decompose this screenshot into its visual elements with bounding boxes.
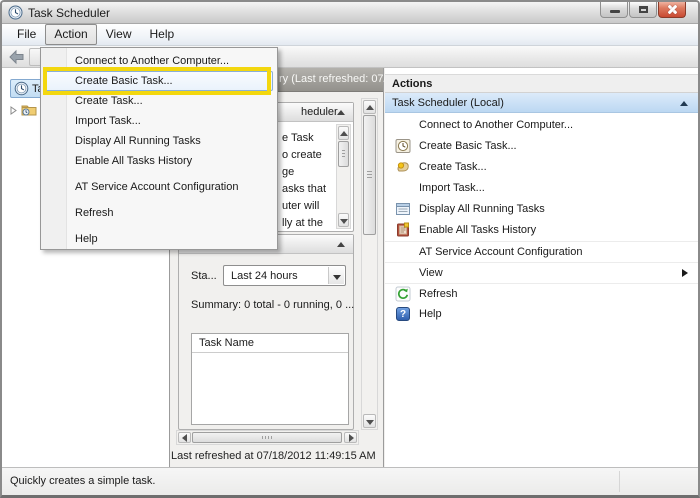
menu-action[interactable]: Action [45, 24, 96, 45]
task-status-section: Sta... Last 24 hours Summary: 0 total - … [178, 234, 354, 430]
horizontal-scrollbar[interactable] [176, 430, 359, 445]
collapse-arrow-icon[interactable] [337, 242, 345, 247]
actions-group-task-scheduler-local[interactable]: Task Scheduler (Local) [385, 93, 698, 113]
minimize-button[interactable] [600, 2, 628, 18]
chevron-down-icon [333, 275, 341, 280]
actions-panel-title: Actions [385, 74, 698, 93]
menu-item-refresh[interactable]: Refresh [41, 203, 277, 223]
action-import-task[interactable]: Import Task... [385, 178, 698, 199]
statusbar-text: Quickly creates a simple task. [10, 475, 156, 487]
scrollbar-thumb[interactable] [338, 141, 349, 167]
summary-header-text: ry (Last refreshed: 07/ [279, 73, 387, 85]
collapse-arrow-icon[interactable] [680, 101, 688, 106]
running-tasks-icon [395, 201, 411, 217]
actions-list: Connect to Another Computer... Create Ba… [385, 115, 698, 325]
menubar: File Action View Help [2, 24, 698, 46]
menu-file[interactable]: File [8, 24, 45, 45]
task-scheduler-app-icon [8, 5, 23, 20]
create-basic-task-icon [395, 138, 411, 154]
status-of-label: Sta... [191, 270, 217, 282]
status-period-value: Last 24 hours [231, 270, 298, 282]
task-name-column-header[interactable]: Task Name [192, 334, 348, 353]
action-create-task[interactable]: Create Task... [385, 157, 698, 178]
action-view[interactable]: View [385, 262, 698, 283]
scroll-down-icon[interactable] [363, 414, 376, 428]
action-at-service-account-configuration[interactable]: AT Service Account Configuration [385, 241, 698, 262]
submenu-arrow-icon [682, 269, 688, 277]
overview-scrollbar[interactable] [336, 124, 351, 229]
statusbar-divider [619, 471, 620, 492]
status-period-dropdown[interactable]: Last 24 hours [223, 265, 346, 286]
task-scheduler-window: Task Scheduler File Action View Help [0, 0, 700, 498]
task-library-folder-icon[interactable] [21, 102, 38, 117]
menu-view[interactable]: View [97, 24, 141, 45]
tasks-history-icon [395, 222, 411, 238]
maximize-icon [639, 6, 648, 13]
action-enable-all-tasks-history[interactable]: Enable All Tasks History [385, 220, 698, 241]
maximize-button[interactable] [629, 2, 657, 18]
window-title: Task Scheduler [28, 6, 110, 20]
create-task-icon [395, 159, 411, 175]
scrollbar-thumb[interactable] [192, 432, 342, 443]
scroll-up-icon[interactable] [338, 126, 349, 140]
menu-item-display-all-running-tasks[interactable]: Display All Running Tasks [41, 131, 277, 151]
action-help[interactable]: ? Help [385, 304, 698, 325]
dropdown-button[interactable] [328, 267, 344, 284]
action-display-all-running-tasks[interactable]: Display All Running Tasks [385, 199, 698, 220]
clock-icon [14, 81, 29, 96]
status-summary-text: Summary: 0 total - 0 running, 0 ... [191, 299, 354, 311]
collapse-arrow-icon[interactable] [337, 110, 345, 115]
task-status-table: Task Name [191, 333, 349, 425]
action-create-basic-task[interactable]: Create Basic Task... [385, 136, 698, 157]
action-menu: Connect to Another Computer... Create Ba… [40, 47, 278, 250]
scroll-down-icon[interactable] [338, 213, 349, 227]
statusbar: Quickly creates a simple task. [2, 467, 698, 495]
scrollbar-thumb[interactable] [363, 115, 376, 235]
titlebar[interactable]: Task Scheduler [2, 2, 698, 24]
close-button[interactable] [658, 2, 686, 18]
scroll-left-icon[interactable] [178, 432, 191, 443]
menu-item-create-task[interactable]: Create Task... [41, 91, 277, 111]
menu-help[interactable]: Help [141, 24, 184, 45]
overview-text: e Task o create ge asks that uter will l… [282, 130, 340, 232]
actions-panel: Actions Task Scheduler (Local) Connect t… [385, 68, 698, 467]
help-icon: ? [395, 306, 411, 322]
scroll-right-icon[interactable] [344, 432, 357, 443]
menu-item-help[interactable]: Help [41, 229, 277, 249]
back-button[interactable] [7, 48, 27, 66]
action-refresh[interactable]: Refresh [385, 283, 698, 304]
menu-item-enable-all-tasks-history[interactable]: Enable All Tasks History [41, 151, 277, 171]
scroll-up-icon[interactable] [363, 100, 376, 114]
minimize-icon [610, 10, 620, 13]
action-connect-to-another-computer[interactable]: Connect to Another Computer... [385, 115, 698, 136]
summary-panel-scrollbar[interactable] [361, 98, 378, 430]
menu-item-at-service-account-configuration[interactable]: AT Service Account Configuration [41, 177, 277, 197]
menu-item-create-basic-task[interactable]: Create Basic Task... [45, 71, 273, 91]
menu-item-import-task[interactable]: Import Task... [41, 111, 277, 131]
menu-item-connect-to-another-computer[interactable]: Connect to Another Computer... [41, 51, 277, 71]
refresh-icon [395, 286, 411, 302]
overview-header-text: heduler [301, 106, 338, 118]
tree-expander-icon[interactable] [9, 106, 18, 115]
last-refreshed-text: Last refreshed at 07/18/2012 11:49:15 AM [171, 450, 363, 462]
